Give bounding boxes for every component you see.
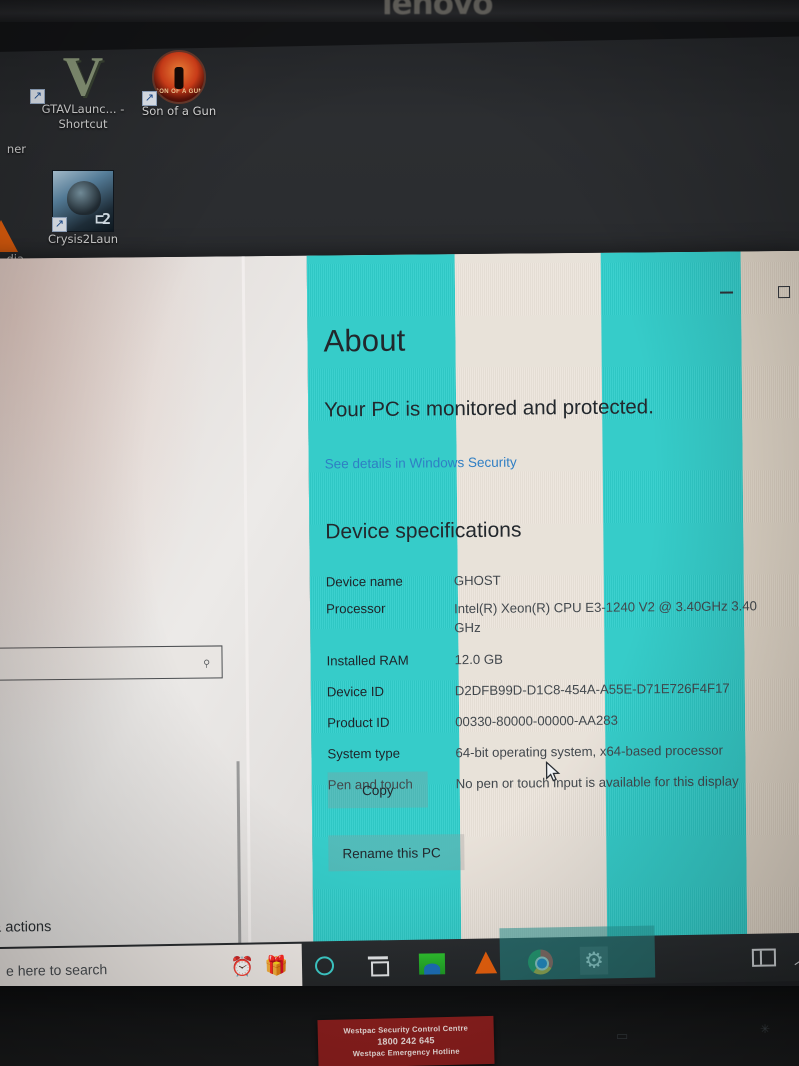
search-input-value[interactable]: setting (0, 654, 192, 673)
settings-nav-pane: me setting ⌕ play und otifications & act… (0, 255, 314, 955)
desktop-icon-vlc-media[interactable]: dia (0, 194, 24, 267)
device-specifications-table: Device name GHOST Processor Intel(R) Xeo… (326, 569, 799, 804)
desktop-icon-son-of-a-gun[interactable]: SON OF A GUN ↗ Son of a Gun (124, 46, 234, 119)
alarm-clock-icon[interactable]: ⏰ (230, 956, 254, 977)
spec-row-device-name: Device name GHOST (326, 569, 799, 591)
gtav-icon: V ↗ (28, 44, 138, 105)
system-tray: ︿ (751, 933, 799, 982)
cortana-icon[interactable] (310, 951, 338, 979)
windows-security-link[interactable]: See details in Windows Security (325, 455, 517, 472)
desktop-icon-cleaner[interactable]: ner (0, 84, 26, 157)
monitor-photo: lenovo V ↗ GTAVLaunc... - Shortcut SON O… (0, 0, 799, 1066)
spec-row-processor: Processor Intel(R) Xeon(R) CPU E3-1240 V… (326, 596, 799, 639)
vlc-icon[interactable] (472, 948, 500, 976)
desktop-icon-label: Son of a Gun (141, 104, 217, 118)
westpac-security-sticker: Westpac Security Control Centre 1800 242… (317, 1015, 495, 1066)
keyboard-key: ▭ (616, 1028, 629, 1043)
spec-row-product-id: Product ID 00330-80000-00000-AA283 (327, 710, 799, 732)
spec-key: Installed RAM (326, 652, 409, 669)
spec-key: System type (327, 745, 401, 762)
son-of-a-gun-icon: SON OF A GUN ↗ (124, 46, 234, 106)
spec-value: 64-bit operating system, x64-based proce… (455, 742, 724, 761)
desktop-icon-label: GTAVLaunc... - Shortcut (41, 102, 125, 131)
spec-key: Processor (325, 600, 386, 617)
find-a-setting-input[interactable]: setting ⌕ (0, 645, 223, 682)
about-page: About Your PC is monitored and protected… (307, 251, 799, 951)
copy-button[interactable]: Copy (327, 771, 428, 809)
spec-value: 12.0 GB (454, 651, 504, 668)
lenovo-logo: lenovo (382, 0, 494, 22)
photos-icon[interactable] (418, 949, 446, 977)
spec-value: GHOST (453, 572, 501, 589)
device-specifications-heading: Device specifications (325, 518, 522, 544)
spec-row-system-type: System type 64-bit operating system, x64… (327, 741, 799, 763)
desktop-icon-label: ner (6, 142, 26, 156)
maximize-button[interactable] (769, 277, 799, 307)
settings-content-pane: About Your PC is monitored and protected… (306, 250, 799, 951)
protection-status: Your PC is monitored and protected. (324, 395, 654, 422)
crysis2-icon: ⊏2 ↗ (28, 168, 138, 232)
vlc-media-icon (0, 194, 24, 252)
settings-window: me setting ⌕ play und otifications & act… (0, 250, 799, 955)
spec-value: Intel(R) Xeon(R) CPU E3-1240 V2 @ 3.40GH… (453, 598, 758, 636)
desktop-icon-gtav[interactable]: V ↗ GTAVLaunc... - Shortcut (28, 44, 138, 132)
spec-value: 00330-80000-00000-AA283 (455, 712, 619, 730)
spec-key: Product ID (327, 714, 390, 731)
desktop-icon-crysis2[interactable]: ⊏2 ↗ Crysis2Laun (28, 168, 138, 247)
show-hidden-icons-chevron[interactable]: ︿ (794, 945, 799, 969)
spec-row-installed-ram: Installed RAM 12.0 GB (326, 648, 799, 670)
sidebar-item-notifications-and-actions[interactable]: otifications & actions (0, 919, 51, 936)
spec-value: No pen or touch input is available for t… (455, 773, 739, 792)
window-controls (679, 277, 799, 312)
rename-this-pc-button[interactable]: Rename this PC (328, 834, 465, 872)
screen-band-bleed-b (499, 925, 656, 981)
page-title: About (323, 322, 406, 359)
minimize-button[interactable] (711, 277, 741, 307)
news-and-interests-icon[interactable] (751, 948, 777, 967)
keyboard-key-alt: ✳ (760, 1022, 771, 1036)
spec-row-device-id: Device ID D2DFB99D-D1C8-454A-A55E-D71E72… (327, 679, 799, 701)
pane-divider (241, 256, 252, 952)
cleaner-icon (0, 84, 26, 142)
taskbar-search-placeholder: e here to search (5, 961, 108, 979)
desktop-icon-label: Crysis2Laun (47, 232, 119, 246)
spec-value: D2DFB99D-D1C8-454A-A55E-D71E726F4F17 (454, 680, 730, 699)
spec-key: Device name (325, 573, 403, 590)
shortcut-arrow-icon: ↗ (52, 217, 67, 232)
desktop: V ↗ GTAVLaunc... - Shortcut SON OF A GUN… (0, 16, 799, 278)
nav-scrollbar[interactable] (236, 761, 243, 955)
search-icon: ⌕ (197, 652, 216, 672)
task-view-icon[interactable] (364, 950, 392, 978)
gift-icon[interactable]: 🎁 (264, 955, 288, 976)
mouse-cursor (545, 761, 561, 782)
spec-key: Device ID (326, 683, 385, 700)
